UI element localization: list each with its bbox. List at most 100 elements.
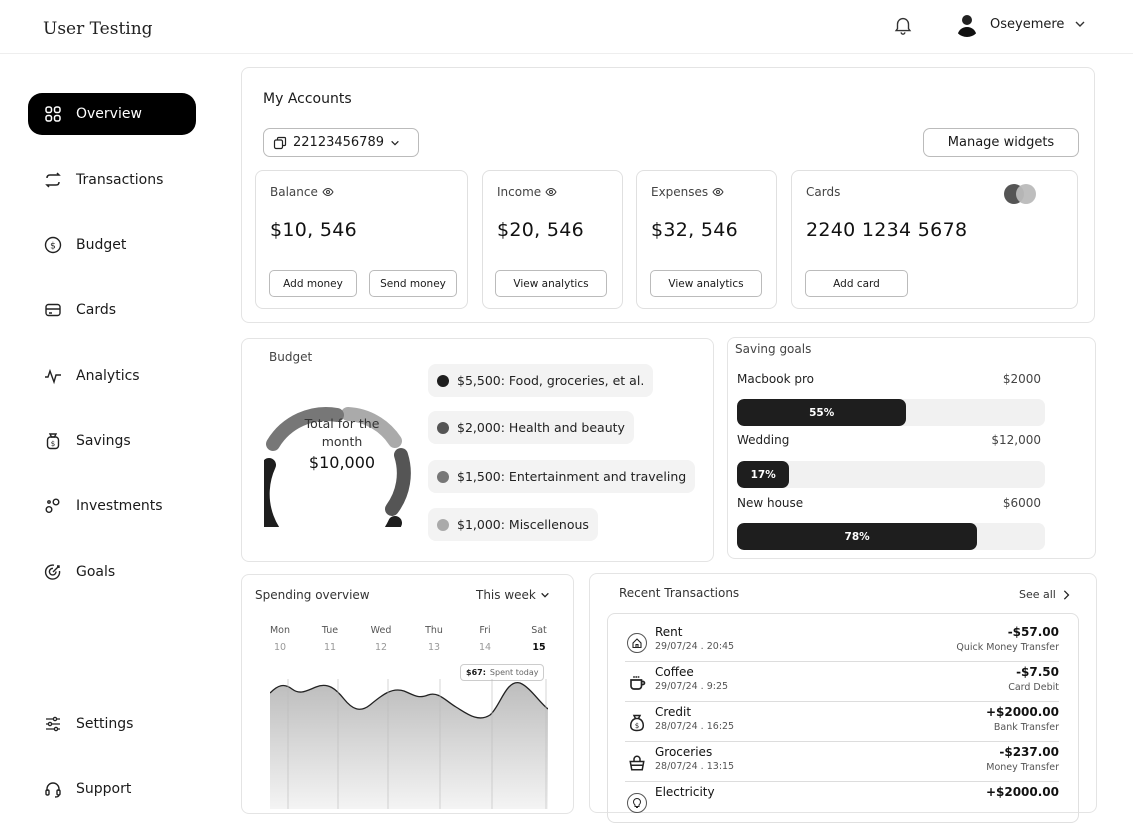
sidebar-item-analytics[interactable]: Analytics [28, 355, 196, 397]
cards-label: Cards [806, 185, 841, 199]
bulb-icon [627, 793, 647, 813]
transaction-name: Credit [655, 705, 692, 719]
account-number: 22123456789 [293, 135, 384, 150]
income-card: Income $20, 546 View analytics [482, 170, 623, 309]
legend-label: $1,500: Entertainment and traveling [457, 469, 687, 484]
sidebar-item-savings[interactable]: $ Savings [28, 420, 196, 462]
see-all-link[interactable]: See all [1019, 588, 1070, 601]
sidebar-item-budget[interactable]: $ Budget [28, 224, 196, 266]
transaction-type: Money Transfer [986, 762, 1059, 773]
account-select[interactable]: 22123456789 [263, 128, 419, 157]
cards-card: Cards 2240 1234 5678 Add card [791, 170, 1078, 309]
sidebar: Overview Transactions $ Budget Cards Ana… [0, 54, 230, 803]
eye-icon[interactable] [322, 186, 334, 198]
day-column[interactable]: Mon 10 [265, 625, 295, 653]
bell-icon[interactable] [892, 14, 914, 36]
legend-dot [437, 374, 449, 387]
day-name: Tue [321, 625, 339, 636]
sliders-icon [46, 716, 60, 732]
legend-label: $1,000: Miscellenous [457, 517, 589, 532]
day-column[interactable]: Wed 12 [366, 625, 396, 653]
transaction-name: Groceries [655, 745, 713, 759]
day-number: 15 [532, 642, 546, 653]
legend-label: $5,500: Food, groceries, et al. [457, 373, 645, 388]
user-menu[interactable]: Oseyemere [954, 11, 1086, 37]
grid-icon [45, 106, 61, 122]
card-icon [45, 303, 61, 317]
sidebar-item-label: Goals [76, 564, 116, 580]
legend-dot [437, 470, 449, 483]
income-label: Income [497, 185, 542, 199]
transaction-name: Electricity [655, 785, 715, 799]
donut-segment-food [264, 458, 402, 527]
add-money-button[interactable]: Add money [269, 270, 357, 297]
saving-goals-title: Saving goals [735, 342, 812, 356]
transaction-row[interactable]: Coffee 29/07/24 . 9:25 -$7.50 Card Debit [625, 662, 1059, 702]
day-column[interactable]: Tue 11 [315, 625, 345, 653]
expenses-card: Expenses $32, 546 View analytics [636, 170, 777, 309]
sidebar-item-transactions[interactable]: Transactions [28, 159, 196, 201]
sidebar-item-goals[interactable]: Goals [28, 551, 196, 593]
day-number: 12 [374, 642, 388, 653]
sidebar-item-settings[interactable]: Settings [28, 703, 196, 745]
app-title: User Testing [43, 19, 153, 39]
transaction-amount: -$7.50 [1016, 665, 1059, 679]
period-label: This week [476, 588, 536, 602]
transaction-date: 28/07/24 . 16:25 [655, 721, 735, 732]
sidebar-item-label: Cards [76, 302, 117, 318]
transaction-row[interactable]: Groceries 28/07/24 . 13:15 -$237.00 Mone… [625, 742, 1059, 782]
add-card-button[interactable]: Add card [805, 270, 908, 297]
view-analytics-button[interactable]: View analytics [495, 270, 607, 297]
sidebar-item-label: Overview [76, 106, 142, 122]
goal-progress-fill: 55% [737, 399, 907, 426]
card-number: 2240 1234 5678 [806, 219, 968, 241]
sidebar-item-support[interactable]: Support [28, 768, 196, 810]
sidebar-item-investments[interactable]: Investments [28, 485, 196, 527]
transaction-name: Rent [655, 625, 683, 639]
day-column[interactable]: Thu 13 [419, 625, 449, 653]
sidebar-item-label: Investments [76, 498, 163, 514]
transaction-name: Coffee [655, 665, 694, 679]
svg-text:$: $ [51, 440, 55, 448]
transaction-date: 28/07/24 . 13:15 [655, 761, 735, 772]
sidebar-item-label: Analytics [76, 368, 140, 384]
sidebar-item-cards[interactable]: Cards [28, 289, 196, 331]
manage-widgets-button[interactable]: Manage widgets [923, 128, 1079, 157]
eye-icon[interactable] [712, 186, 724, 198]
sidebar-item-label: Transactions [76, 172, 164, 188]
transaction-row[interactable]: Rent 29/07/24 . 20:45 -$57.00 Quick Mone… [625, 622, 1059, 662]
day-column[interactable]: Sat 15 [524, 625, 554, 653]
recent-transactions-panel: Recent Transactions See all Rent 29/07/2… [589, 573, 1097, 823]
transaction-row[interactable]: $ Credit 28/07/24 . 16:25 +$2000.00 Bank… [625, 702, 1059, 742]
send-money-button[interactable]: Send money [369, 270, 457, 297]
period-select[interactable]: This week [476, 588, 550, 602]
sidebar-item-label: Settings [76, 716, 134, 732]
transaction-amount: -$57.00 [1007, 625, 1059, 639]
legend-label: $2,000: Health and beauty [457, 420, 625, 435]
view-analytics-button[interactable]: View analytics [650, 270, 762, 297]
goal-progress-fill: 78% [737, 523, 978, 550]
day-name: Wed [370, 625, 392, 636]
balance-label: Balance [270, 185, 318, 199]
day-column[interactable]: Fri 14 [470, 625, 500, 653]
budget-panel: Budget Total for the month $10,000 $5,50… [241, 338, 714, 562]
goal-amount: $2000 [1002, 372, 1041, 386]
coffee-icon [627, 673, 647, 693]
day-name: Thu [425, 625, 443, 636]
card-brand-icon [1004, 184, 1036, 204]
tooltip-label: Spent today [489, 668, 539, 677]
eye-icon[interactable] [545, 186, 557, 198]
transaction-date: 29/07/24 . 9:25 [655, 681, 729, 692]
basket-icon [627, 753, 647, 773]
accounts-panel: My Accounts 22123456789 Manage widgets B… [241, 67, 1095, 323]
goal-progress-bar: 78% [737, 523, 1045, 550]
balance-value: $10, 546 [270, 219, 358, 241]
transaction-row[interactable]: Electricity +$2000.00 [625, 782, 1059, 822]
budget-legend-item: $1,500: Entertainment and traveling [428, 460, 696, 493]
day-number: 11 [323, 642, 337, 653]
sidebar-item-overview[interactable]: Overview [28, 93, 196, 135]
saving-goals-panel: Saving goals Macbook pro $2000 55% Weddi… [727, 337, 1096, 559]
expenses-value: $32, 546 [651, 219, 739, 241]
money-bag-icon: $ [627, 713, 647, 733]
sidebar-item-label: Support [76, 781, 132, 797]
